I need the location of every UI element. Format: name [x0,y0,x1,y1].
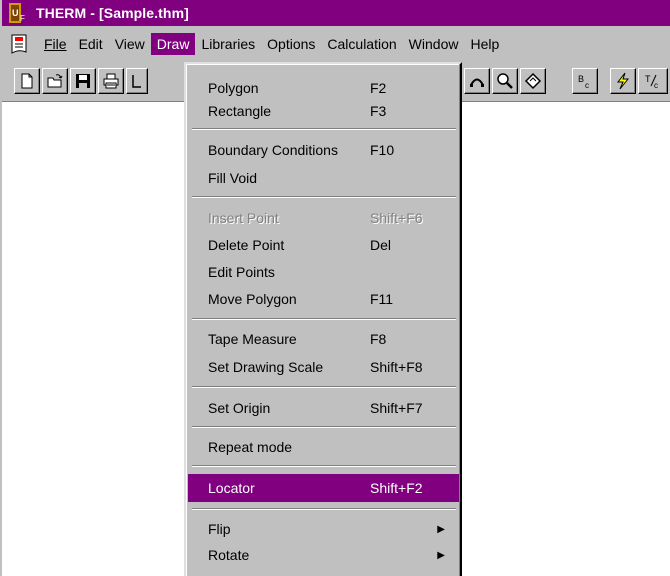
menu-item-label: Tape Measure [208,331,297,347]
submenu-arrow-icon: ▶ [437,523,445,535]
menu-item-shortcut: F3 [370,103,387,119]
menu-item-label: Rotate [208,547,250,563]
menu-separator [192,508,456,510]
menu-window[interactable]: Window [403,33,465,55]
title-bar[interactable]: U F THERM - [Sample.thm] [2,0,670,26]
menu-bar: File Edit View Draw Libraries Options Ca… [2,26,670,62]
menu-edit-label: Edit [78,36,103,52]
menu-item-label: Fill Void [208,170,258,186]
menu-separator [192,465,456,467]
menu-item-label: Locator [208,480,255,496]
menu-separator [192,128,456,130]
menu-item-label: Flip [208,521,231,537]
menu-help[interactable]: Help [464,33,505,55]
menu-item-label: Delete Point [208,237,285,253]
menu-draw[interactable]: Draw [150,33,196,55]
menu-item-shortcut: Shift+F2 [370,480,423,496]
menu-item-set-drawing-scale[interactable]: Set Drawing Scale Shift+F8 [188,353,459,381]
menu-item-locator[interactable]: Locator Shift+F2 [188,474,459,502]
menu-libraries-label: Libraries [201,36,256,52]
menu-item-set-origin[interactable]: Set Origin Shift+F7 [188,394,459,422]
document-icon[interactable] [10,32,32,56]
menu-view[interactable]: View [109,33,151,55]
toolbar-partial-button[interactable] [126,68,148,94]
menu-item-delete-point[interactable]: Delete Point Del [188,231,459,259]
menu-item-shortcut: F11 [370,291,394,307]
submenu-arrow-icon: ▶ [437,549,445,561]
menu-item-shortcut: F8 [370,331,387,347]
window-title: THERM - [Sample.thm] [36,5,189,21]
menu-item-rotate[interactable]: Rotate ▶ [188,541,459,569]
temperature-icon[interactable]: Tc [638,68,668,94]
menu-item-shortcut: Shift+F7 [370,400,423,416]
svg-text:c: c [654,81,658,90]
draw-menu-dropdown: Polygon F2 Rectangle F3 Boundary Conditi… [184,62,462,576]
therm-window: U F THERM - [Sample.thm] File Edit View … [0,0,670,576]
menu-help-label: Help [470,36,500,52]
menu-item-shortcut: F10 [370,142,395,158]
therm-app-icon[interactable]: U F [8,2,30,24]
open-folder-icon[interactable] [42,68,68,94]
menu-item-repeat-mode[interactable]: Repeat mode [188,433,459,461]
menu-file[interactable]: File [38,33,73,55]
menu-item-label: Set Origin [208,400,271,416]
print-icon[interactable] [98,68,124,94]
menu-item-rectangle[interactable]: Rectangle F3 [188,97,459,125]
menu-item-shortcut: Shift+F8 [370,359,423,375]
menu-item-flip[interactable]: Flip ▶ [188,515,459,543]
menu-item-shortcut: Shift+F6 [370,210,423,226]
menu-libraries[interactable]: Libraries [195,33,261,55]
menu-options-label: Options [267,36,316,52]
arc-icon[interactable] [464,68,490,94]
menu-draw-label: Draw [156,36,190,52]
menu-item-label: Set Drawing Scale [208,359,324,375]
menu-item-label: Polygon [208,80,259,96]
menu-item-shortcut: Del [370,237,392,253]
svg-text:c: c [585,81,589,90]
menu-item-fill-void[interactable]: Fill Void [188,164,459,192]
menu-item-edit-points[interactable]: Edit Points [188,258,459,286]
menu-separator [192,386,456,388]
boundary-condition-icon[interactable]: Bc [572,68,598,94]
menu-item-label: Boundary Conditions [208,142,338,158]
menu-item-label: Rectangle [208,103,272,119]
svg-text:U: U [12,8,19,18]
menu-calculation-label: Calculation [327,36,397,52]
menu-separator [192,426,456,428]
menu-item-tape-measure[interactable]: Tape Measure F8 [188,325,459,353]
menu-item-boundary-conditions[interactable]: Boundary Conditions F10 [188,136,459,164]
menu-separator [192,318,456,320]
svg-text:T: T [645,74,651,84]
menu-calculation[interactable]: Calculation [321,33,402,55]
menu-file-label: File [44,36,67,52]
menu-separator [192,196,456,198]
menu-item-label: Repeat mode [208,439,293,455]
menu-item-label: Move Polygon [208,291,297,307]
svg-text:F: F [20,14,25,23]
menu-window-label: Window [408,36,459,52]
menu-options[interactable]: Options [261,33,321,55]
save-disk-icon[interactable] [70,68,96,94]
menu-item-shortcut: F2 [370,80,387,96]
menu-edit[interactable]: Edit [73,33,109,55]
menu-item-insert-point: Insert Point Shift+F6 [188,204,459,232]
calculate-lightning-icon[interactable] [610,68,636,94]
menu-item-move-polygon[interactable]: Move Polygon F11 [188,285,459,313]
rotate-diamond-icon[interactable] [520,68,546,94]
menu-item-label: Edit Points [208,264,275,280]
svg-text:B: B [578,74,584,84]
menu-view-label: View [114,36,145,52]
new-file-icon[interactable] [14,68,40,94]
menu-item-label: Insert Point [208,210,279,226]
zoom-magnifier-icon[interactable] [492,68,518,94]
